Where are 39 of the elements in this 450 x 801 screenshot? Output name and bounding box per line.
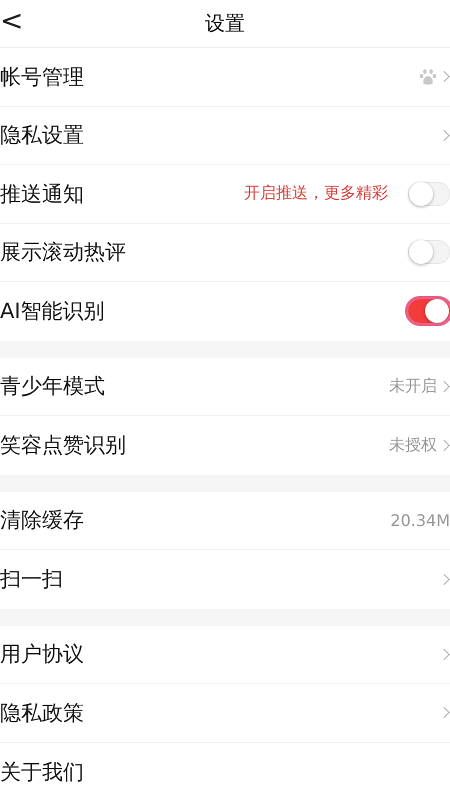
row-label: 展示滚动热评 (0, 239, 126, 266)
back-button[interactable]: < (0, 4, 24, 38)
row-value: 未开启 (389, 376, 437, 397)
settings-row[interactable]: 扫一扫 (0, 550, 450, 608)
row-value: 未授权 (389, 434, 437, 456)
row-label: 帐号管理 (0, 64, 84, 91)
settings-row[interactable]: 笑容点赞识别 未授权 (0, 416, 450, 474)
settings-row[interactable]: 隐私政策 (0, 684, 450, 742)
row-label: 隐私设置 (0, 122, 84, 150)
paw-icon (419, 68, 437, 86)
settings-row[interactable]: 展示滚动热评 (0, 224, 450, 282)
promo-text: 开启推送，更多精彩 (244, 183, 388, 204)
page-title: 设置 (205, 10, 245, 37)
chevron-icon (443, 648, 450, 661)
settings-row[interactable]: 关于我们 (0, 742, 450, 801)
row-label: 扫一扫 (0, 566, 63, 594)
row-value: 20.34M (390, 510, 450, 530)
row-label: AI智能识别 (0, 298, 105, 326)
chevron-icon (443, 128, 450, 142)
chevron-icon (443, 706, 450, 720)
row-label: 推送通知 (0, 180, 84, 208)
chevron-icon (443, 70, 450, 84)
row-label: 青少年模式 (0, 373, 105, 400)
settings-row[interactable]: 清除缓存 20.34M (0, 492, 450, 550)
row-label: 用户协议 (0, 641, 84, 668)
chevron-icon (443, 438, 450, 452)
chevron-icon (443, 572, 450, 586)
settings-row[interactable]: AI智能识别 (0, 282, 450, 340)
chevron-icon (443, 380, 450, 393)
settings-row[interactable]: 用户协议 (0, 626, 450, 684)
row-label: 笑容点赞识别 (0, 432, 126, 460)
row-label: 清除缓存 (0, 507, 84, 534)
settings-row[interactable]: 青少年模式 未开启 (0, 358, 450, 416)
row-label: 隐私政策 (0, 700, 84, 727)
toggle-switch[interactable] (408, 299, 450, 324)
settings-row[interactable]: 帐号管理 (0, 48, 450, 106)
row-label: 关于我们 (0, 758, 84, 786)
settings-row[interactable]: 隐私设置 (0, 106, 450, 165)
settings-row[interactable]: 推送通知 开启推送，更多精彩 (0, 165, 450, 224)
